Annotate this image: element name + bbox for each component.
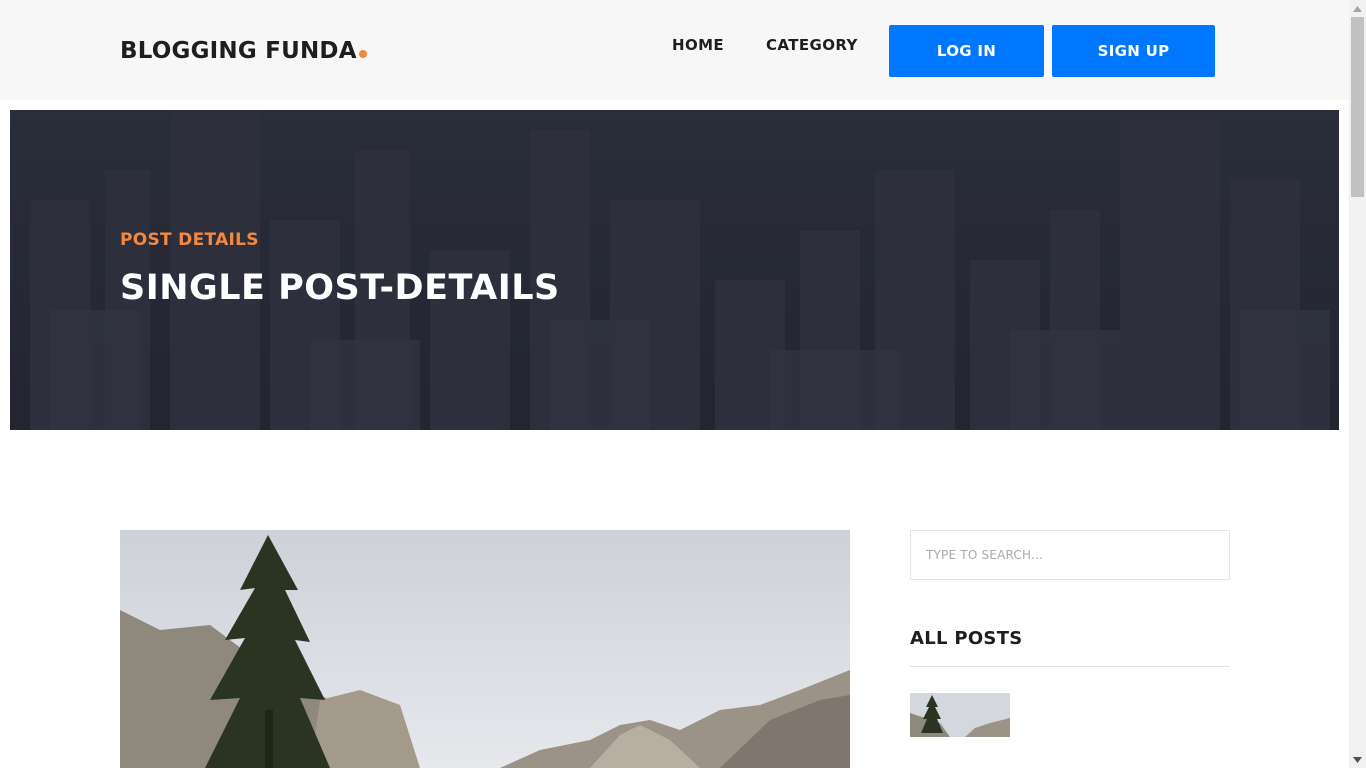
site-header: BLOGGING FUNDA HOME CATEGORY LOG IN SIGN… bbox=[0, 0, 1349, 100]
post-image bbox=[120, 530, 850, 768]
page-scrollbar[interactable] bbox=[1349, 0, 1366, 768]
logo-dot bbox=[358, 50, 367, 58]
search-input[interactable] bbox=[910, 530, 1230, 580]
scroll-up-arrow-icon[interactable] bbox=[1349, 0, 1366, 17]
mountain-landscape-image bbox=[120, 530, 850, 768]
hero-kicker: POST DETAILS bbox=[120, 230, 259, 250]
scroll-down-arrow-icon[interactable] bbox=[1349, 751, 1366, 768]
signup-button[interactable]: SIGN UP bbox=[1052, 25, 1215, 77]
hero-banner: POST DETAILS SINGLE POST-DETAILS bbox=[10, 110, 1339, 430]
nav-home-link[interactable]: HOME bbox=[672, 36, 724, 54]
divider bbox=[910, 666, 1230, 667]
logo-text: BLOGGING FUNDA bbox=[120, 38, 357, 64]
hero-title: SINGLE POST-DETAILS bbox=[120, 268, 560, 308]
login-button[interactable]: LOG IN bbox=[889, 25, 1044, 77]
all-posts-heading: ALL POSTS bbox=[910, 628, 1023, 649]
post-thumbnail[interactable] bbox=[910, 693, 1010, 737]
nav-category-link[interactable]: CATEGORY bbox=[766, 36, 858, 54]
site-logo[interactable]: BLOGGING FUNDA bbox=[120, 38, 367, 64]
scroll-thumb[interactable] bbox=[1351, 17, 1364, 197]
